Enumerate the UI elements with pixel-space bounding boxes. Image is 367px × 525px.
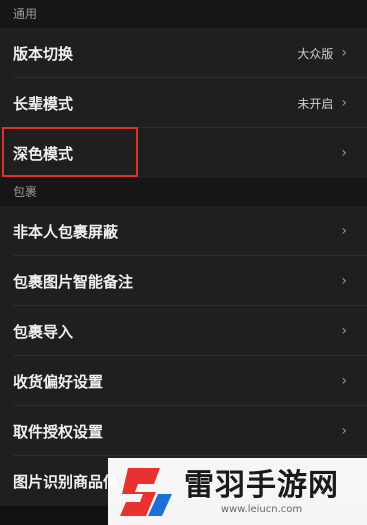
watermark-url: www.leiucn.com	[220, 503, 303, 515]
chevron-right-icon: ›	[341, 323, 347, 339]
chevron-right-icon: ›	[341, 95, 347, 111]
chevron-right-icon: ›	[341, 145, 347, 161]
row-label: 取件授权设置	[13, 422, 104, 441]
dark-mode-highlight-box	[2, 127, 138, 177]
pickup-authorization-row[interactable]: 取件授权设置 ›	[0, 406, 367, 456]
row-label: 版本切换	[13, 44, 74, 63]
chevron-right-icon: ›	[341, 273, 347, 289]
package-import-row[interactable]: 包裹导入 ›	[0, 306, 367, 356]
watermark-logo-icon	[120, 467, 172, 516]
row-value: 大众版	[297, 46, 334, 61]
elder-mode-row[interactable]: 长辈模式 未开启 ›	[0, 78, 367, 128]
delivery-preference-row[interactable]: 收货偏好设置 ›	[0, 356, 367, 406]
chevron-right-icon: ›	[341, 373, 347, 389]
settings-list: 通用 版本切换 大众版 › 长辈模式 未开启 › 深色模式 › 包裹 非本人包裹…	[0, 0, 367, 506]
version-switch-row[interactable]: 版本切换 大众版 ›	[0, 28, 367, 78]
row-label: 收货偏好设置	[13, 372, 104, 391]
row-label: 包裹图片智能备注	[13, 272, 134, 291]
section-header-general: 通用	[0, 0, 367, 28]
row-label: 长辈模式	[13, 94, 74, 113]
package-photo-note-row[interactable]: 包裹图片智能备注 ›	[0, 256, 367, 306]
row-value: 未开启	[297, 96, 334, 111]
row-label: 包裹导入	[13, 322, 74, 341]
chevron-right-icon: ›	[341, 45, 347, 61]
block-others-packages-row[interactable]: 非本人包裹屏蔽 ›	[0, 206, 367, 256]
section-header-package: 包裹	[0, 178, 367, 206]
chevron-right-icon: ›	[341, 423, 347, 439]
row-label: 非本人包裹屏蔽	[13, 222, 119, 241]
watermark: 雷羽手游网 www.leiucn.com	[108, 458, 367, 525]
watermark-title: 雷羽手游网	[184, 467, 339, 503]
chevron-right-icon: ›	[341, 223, 347, 239]
